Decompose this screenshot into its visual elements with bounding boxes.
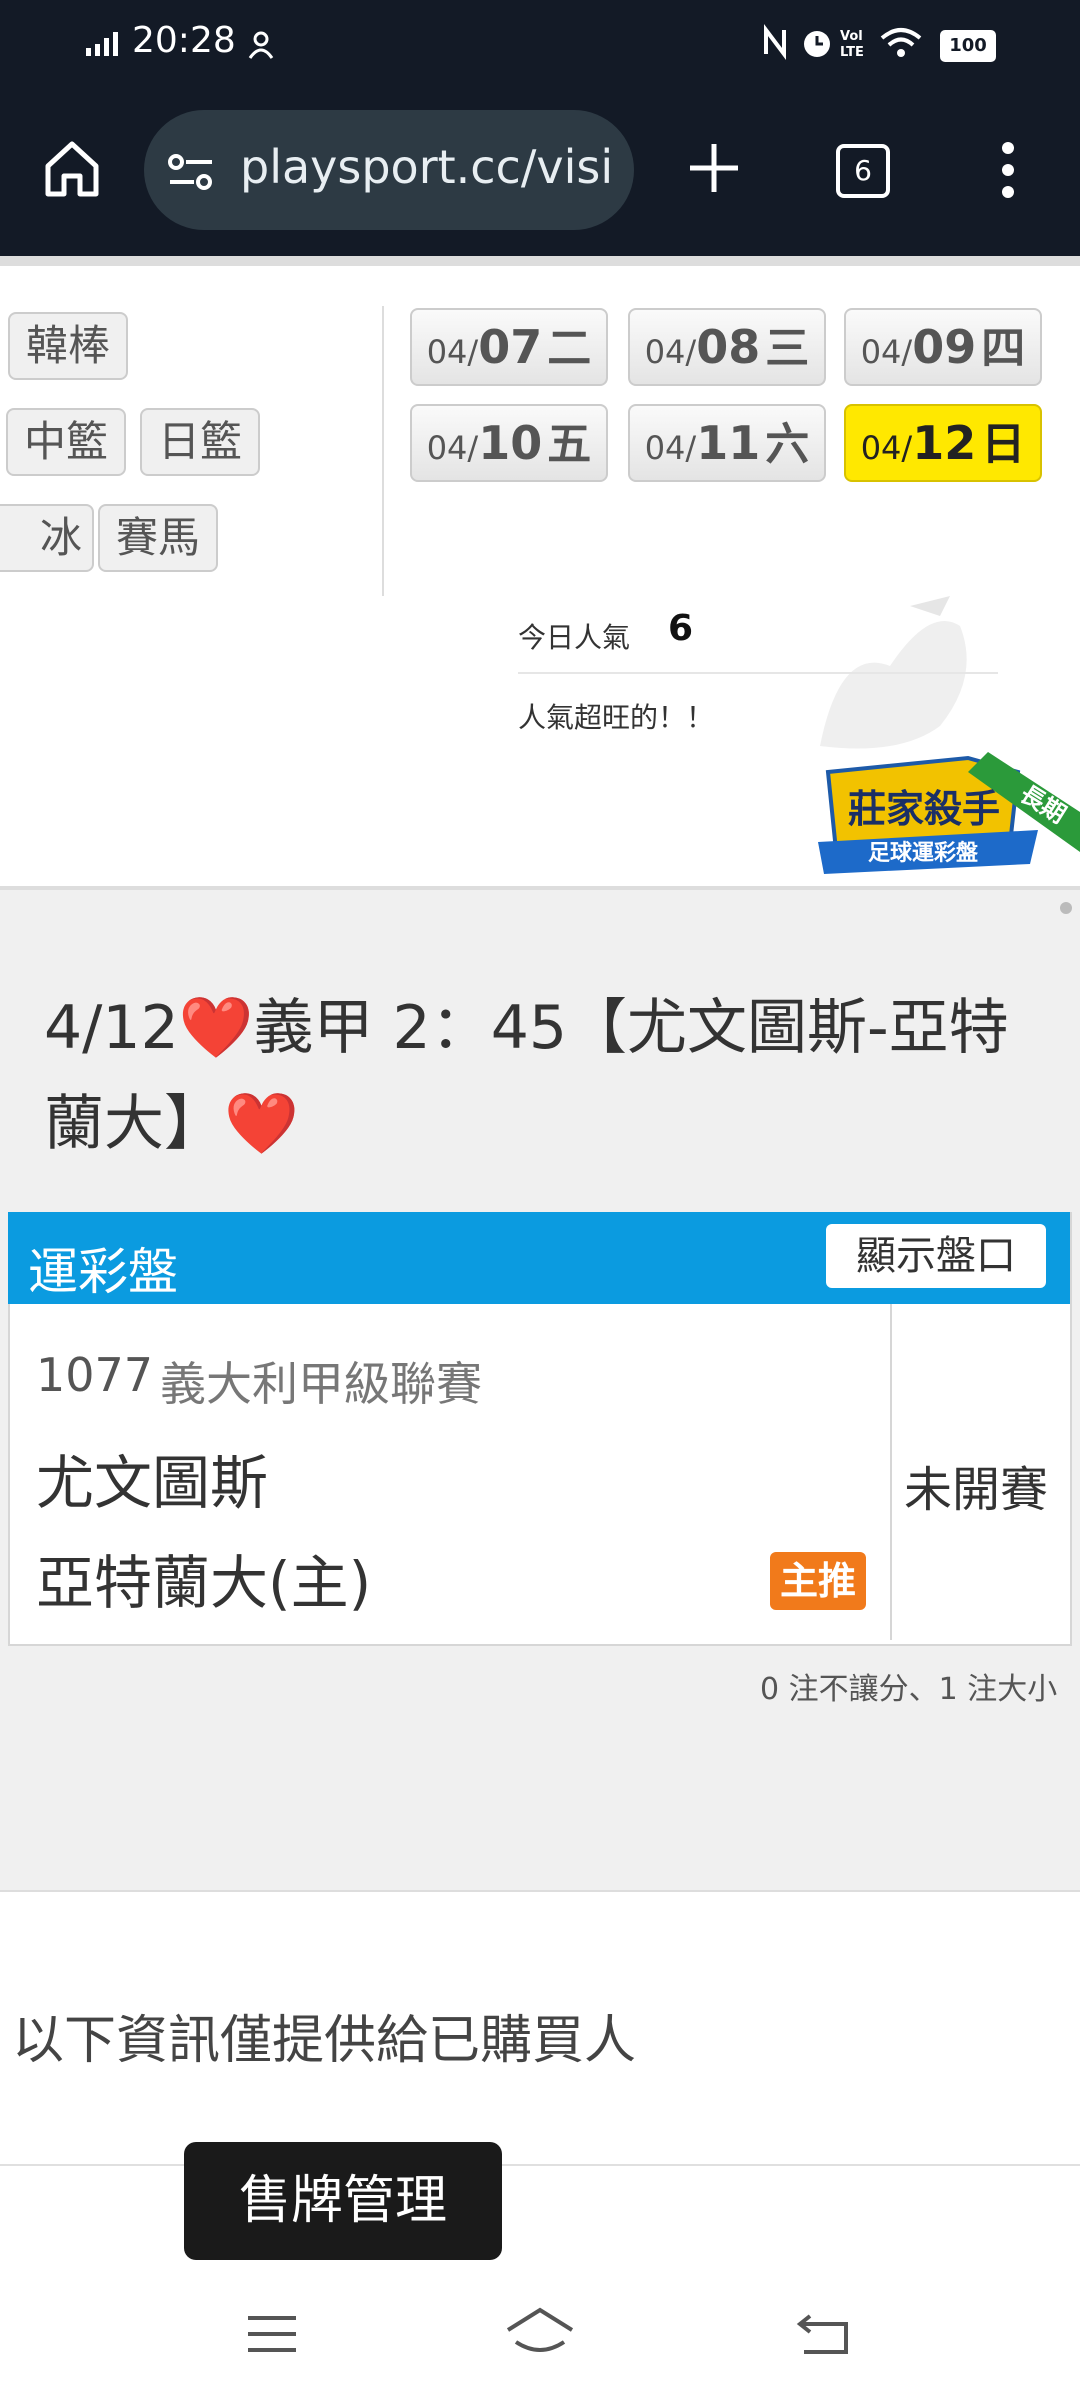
popularity-value: 6 bbox=[668, 608, 694, 649]
buyer-only-note: 以下資訊僅提供給已購買人 bbox=[12, 2011, 637, 2071]
svg-text:LTE: LTE bbox=[840, 45, 864, 60]
date-button-0411[interactable]: 04/11 六 bbox=[628, 404, 826, 482]
main-pick-badge: 主推 bbox=[770, 1552, 866, 1610]
recent-apps-icon[interactable] bbox=[244, 2312, 300, 2356]
svg-text:Vol: Vol bbox=[840, 29, 863, 44]
home-icon[interactable] bbox=[40, 136, 104, 200]
badge-subtitle: 足球運彩盤 bbox=[868, 840, 979, 866]
article-title: 4/12❤️義甲 2：45【尤文圖斯-亞特蘭大】❤️ bbox=[44, 993, 1009, 1159]
toolbar-divider bbox=[0, 256, 1080, 266]
sell-management-button[interactable]: 售牌管理 bbox=[184, 2142, 502, 2260]
banker-killer-badge: 莊家殺手 足球運彩盤 長期 bbox=[818, 752, 1080, 874]
nfc-icon bbox=[764, 24, 786, 60]
sport-chip-china-basketball[interactable]: 中籃 bbox=[6, 408, 126, 476]
date-button-0407[interactable]: 04/07 二 bbox=[410, 308, 608, 386]
date-button-0412-selected[interactable]: 04/12 日 bbox=[844, 404, 1042, 482]
status-time: 20:28 bbox=[132, 20, 236, 61]
show-odds-button[interactable]: 顯示盤口 bbox=[826, 1224, 1046, 1288]
back-icon[interactable] bbox=[796, 2310, 852, 2356]
bet-summary: 0 注不讓分、1 注大小 bbox=[760, 1672, 1058, 1707]
table-column-divider bbox=[890, 1304, 892, 1640]
alarm-icon bbox=[804, 31, 830, 57]
sport-chip-korean-baseball[interactable]: 韓棒 bbox=[8, 312, 128, 380]
sport-chip-horse-racing[interactable]: 賽馬 bbox=[98, 504, 218, 572]
signal-icon bbox=[86, 32, 118, 56]
url-text[interactable]: playsport.cc/visit bbox=[240, 140, 610, 194]
watermark-logo bbox=[820, 596, 967, 749]
more-menu-icon[interactable] bbox=[996, 140, 1020, 200]
team-away: 尤文圖斯 bbox=[36, 1449, 269, 1517]
nav-home-icon[interactable] bbox=[504, 2306, 576, 2358]
battery-icon: 100 bbox=[940, 30, 996, 62]
panel-divider bbox=[382, 306, 384, 596]
sport-chip-japan-basketball[interactable]: 日籃 bbox=[140, 408, 260, 476]
section-divider bbox=[0, 2164, 1080, 2166]
team-home: 亞特蘭大(主) bbox=[36, 1549, 372, 1617]
site-settings-icon[interactable] bbox=[166, 150, 216, 194]
odds-table-title: 運彩盤 bbox=[28, 1243, 178, 1301]
date-button-0410[interactable]: 04/10 五 bbox=[410, 404, 608, 482]
corner-marker-icon bbox=[1060, 902, 1072, 914]
assistant-icon bbox=[248, 31, 274, 59]
sport-chip-ice-hockey[interactable]: 冰 bbox=[0, 504, 94, 572]
tab-switcher-button[interactable]: 6 bbox=[836, 144, 890, 198]
popularity-note: 人氣超旺的！！ bbox=[518, 701, 715, 734]
date-button-0408[interactable]: 04/08 三 bbox=[628, 308, 826, 386]
match-status: 未開賽 bbox=[904, 1462, 1049, 1518]
wifi-icon bbox=[880, 28, 922, 57]
league-name: 義大利甲級聯賽 bbox=[160, 1357, 482, 1411]
date-button-0409[interactable]: 04/09 四 bbox=[844, 308, 1042, 386]
popularity-divider bbox=[518, 672, 998, 674]
badge-title: 莊家殺手 bbox=[848, 787, 1000, 831]
popularity-label: 今日人氣 bbox=[518, 621, 631, 654]
match-code: 1077 bbox=[36, 1348, 154, 1402]
volte-icon: Vol LTE bbox=[840, 29, 864, 60]
new-tab-icon[interactable] bbox=[686, 140, 742, 196]
